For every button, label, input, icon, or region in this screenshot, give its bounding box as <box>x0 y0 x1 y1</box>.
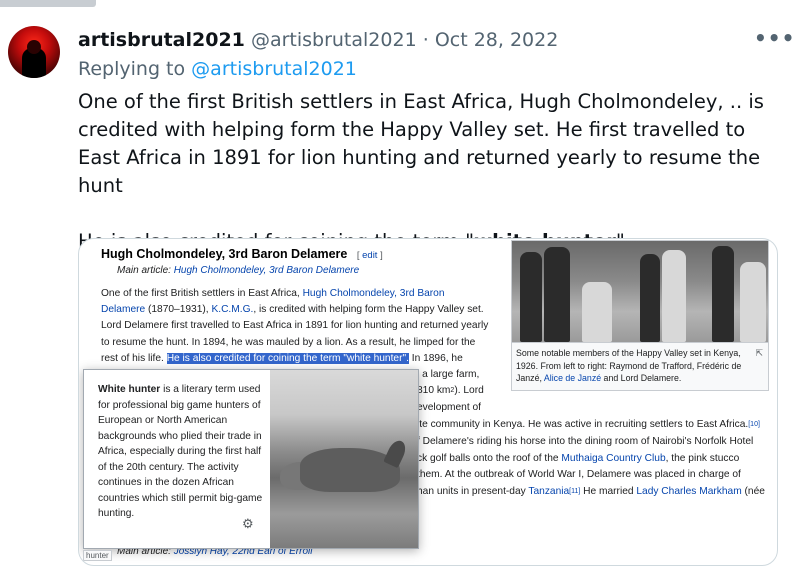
wiki-link: Lady Charles Markham <box>636 486 742 497</box>
wiki-link: K.C.M.G. <box>211 304 254 316</box>
media-image[interactable]: Hugh Cholmondeley, 3rd Baron Delamere [ … <box>78 238 778 566</box>
wiki-text: , the pink stucco <box>665 453 740 464</box>
wiki-line: them. At the outbreak of World War I, De… <box>417 469 741 480</box>
wiki-line: rest of his life. He is also credited fo… <box>101 351 506 367</box>
wiki-paragraph: One of the first British settlers in Eas… <box>101 286 506 367</box>
photo-caption: Some notable members of the Happy Valley… <box>511 343 769 391</box>
wiki-text: (1870–1931), <box>145 304 212 316</box>
wiki-line: han units in present-day Tanzania[11] He… <box>417 484 765 500</box>
wiki-text: ite community in Kenya. He was active in… <box>417 419 749 430</box>
wiki-edit-label: edit <box>362 250 378 261</box>
wiki-text: ). Lord <box>454 385 484 396</box>
page-preview-popup: White hunter is a literary term used for… <box>83 369 419 549</box>
post-date[interactable]: Oct 28, 2022 <box>435 29 559 51</box>
author-handle[interactable]: @artisbrutal2021 <box>251 29 417 51</box>
wiki-text: rest of his life. <box>101 352 167 364</box>
more-horizontal-icon: ••• <box>754 26 796 50</box>
wiki-line: ite community in Kenya. He was active in… <box>417 417 760 433</box>
wiki-highlighted-text: He is also credited for coining the term… <box>166 352 409 364</box>
wiki-edit-open: [ <box>356 250 360 261</box>
wiki-screenshot: Hugh Cholmondeley, 3rd Baron Delamere [ … <box>79 239 777 565</box>
popup-description: is a literary term used for professional… <box>98 384 263 519</box>
replying-prefix: Replying to <box>78 58 186 80</box>
wiki-text: 810 km <box>417 385 451 396</box>
rhino-photo <box>270 370 418 548</box>
wiki-citation: [10] <box>748 421 760 428</box>
header-separator: · <box>422 29 429 51</box>
wiki-text: He married <box>580 486 637 497</box>
avatar[interactable] <box>8 26 60 78</box>
wiki-link: Muthaiga Country Club <box>561 453 666 464</box>
wiki-text: In 1896, he <box>408 352 463 364</box>
gear-icon: ⚙ <box>242 516 254 531</box>
wiki-line: to resume the hunt. In 1894, he was maul… <box>101 336 476 348</box>
wiki-main-prefix: Main article: <box>117 265 171 276</box>
popup-text: White hunter is a literary term used for… <box>98 382 263 522</box>
wiki-section-heading: Hugh Cholmondeley, 3rd Baron Delamere [ … <box>101 247 383 261</box>
wiki-line: f Delamere's riding his horse into the d… <box>417 436 754 447</box>
wiki-main-article: Main article: Hugh Cholmondeley, 3rd Bar… <box>117 265 359 276</box>
wiki-line: l a large farm, <box>417 369 480 380</box>
wiki-text: han units in present-day <box>417 486 529 497</box>
replying-handle-link[interactable]: @artisbrutal2021 <box>191 58 357 80</box>
wiki-edit-close: ] <box>380 250 383 261</box>
wiki-link: Delamere <box>101 304 146 316</box>
popup-term: White hunter <box>98 384 161 395</box>
tweet-paragraph-1: One of the first British settlers in Eas… <box>78 90 764 197</box>
wiki-link: Hugh Cholmondeley, 3rd Baron <box>302 288 445 299</box>
wiki-line: Delamere (1870–1931), K.C.M.G., is credi… <box>101 302 506 318</box>
wiki-text: One of the first British settlers in Eas… <box>101 288 303 299</box>
wiki-line: 810 km2). Lord <box>417 383 484 399</box>
wiki-edit-link: [ edit ] <box>357 250 383 261</box>
more-options-button[interactable]: ••• <box>754 28 794 52</box>
popup-tag: hunter <box>83 550 112 561</box>
wiki-text: , is credited with helping form the Happ… <box>253 304 484 316</box>
wiki-line: ck golf balls onto the roof of the Mutha… <box>417 451 739 467</box>
wiki-line: evelopment of <box>417 402 481 413</box>
happy-valley-photo <box>511 240 769 343</box>
wiki-link: Tanzania <box>528 486 570 497</box>
wiki-text: ck golf balls onto the roof of the <box>417 453 562 464</box>
wiki-citation: [11] <box>569 488 581 495</box>
wiki-main-link: Hugh Cholmondeley, 3rd Baron Delamere <box>173 265 360 276</box>
tweet-text: One of the first British settlers in Eas… <box>78 88 778 256</box>
wiki-heading-text: Hugh Cholmondeley, 3rd Baron Delamere <box>101 247 348 261</box>
caption-text: and Lord Delamere. <box>601 373 682 383</box>
caption-link: Alice de Janzé <box>543 373 602 383</box>
expand-icon: ⇱ <box>755 348 763 358</box>
wiki-line: One of the first British settlers in Eas… <box>101 286 506 302</box>
author-name[interactable]: artisbrutal2021 <box>78 29 245 51</box>
top-tab-indicator <box>0 0 96 7</box>
replying-to: Replying to @artisbrutal2021 <box>78 58 357 80</box>
post-header: artisbrutal2021 @artisbrutal2021 · Oct 2… <box>78 28 558 52</box>
wiki-line: Lord Delamere first travelled to East Af… <box>101 320 489 332</box>
wiki-text: (née <box>741 486 765 497</box>
